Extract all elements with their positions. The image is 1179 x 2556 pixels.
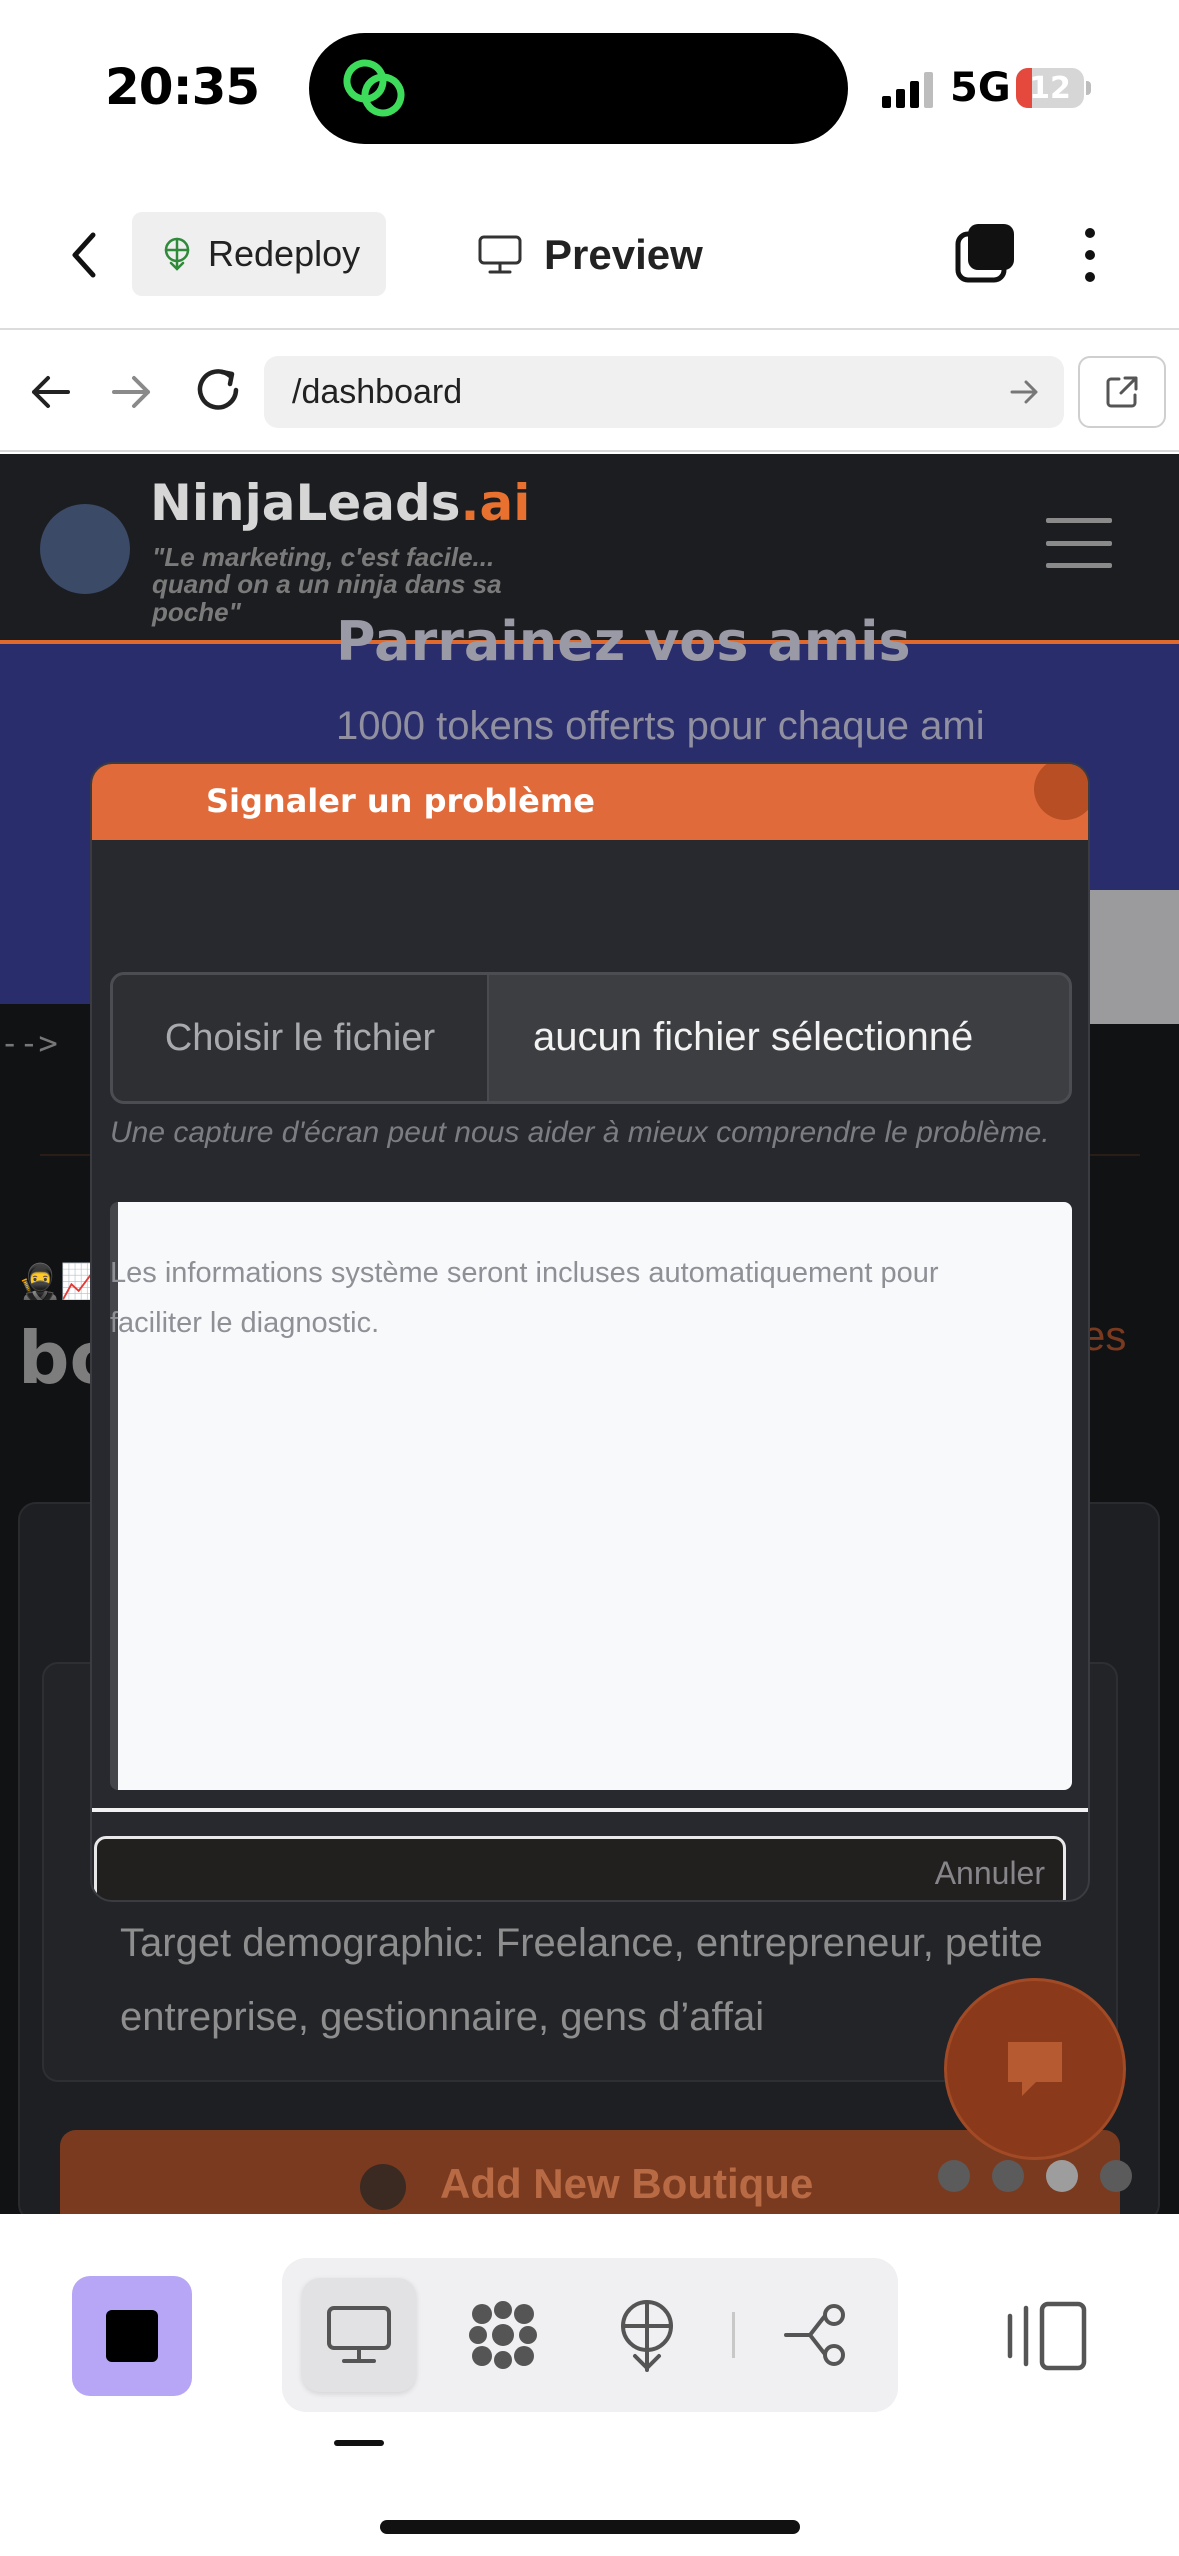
open-external-button[interactable] (1078, 356, 1166, 428)
desktop-view-button[interactable] (302, 2278, 416, 2392)
ninja-icon (360, 2164, 406, 2210)
panel-icon[interactable] (1004, 2298, 1090, 2374)
carousel-dots (938, 2160, 1132, 2192)
choose-file-label: Choisir le fichier (164, 1016, 436, 1059)
arrow-left-icon[interactable] (22, 364, 78, 420)
choose-file-button[interactable]: Choisir le fichier (113, 975, 489, 1101)
carousel-dot[interactable] (1046, 2160, 1078, 2192)
go-arrow-icon[interactable] (1006, 374, 1042, 410)
referral-subtitle: 1000 tokens offerts pour chaque ami (336, 704, 985, 748)
link-rings-icon (343, 59, 405, 117)
url-input[interactable]: /dashboard (264, 356, 1064, 428)
modal-title: Signaler un problème (206, 782, 595, 820)
file-hint: Une capture d'écran peut nous aider à mi… (110, 1116, 1050, 1149)
redeploy-button[interactable]: Redeploy (132, 212, 386, 296)
preview-label: Preview (544, 231, 703, 278)
cellular-signal-icon (882, 72, 933, 108)
home-indicator (380, 2520, 800, 2534)
sparkle-icon (469, 2301, 537, 2369)
deploy-icon (621, 2300, 673, 2372)
cancel-button[interactable]: Annuler (94, 1836, 1066, 1900)
back-button[interactable] (50, 220, 120, 290)
preview-tab[interactable]: Preview (478, 220, 703, 290)
chat-button[interactable] (944, 1978, 1126, 2160)
close-icon[interactable] (1034, 764, 1088, 820)
workflow-view-button[interactable] (760, 2278, 874, 2392)
battery-level: 12 (1029, 71, 1071, 106)
arrow-right-icon[interactable] (104, 364, 160, 420)
modal-divider (92, 1808, 1088, 1812)
url-text: /dashboard (292, 372, 463, 411)
design-view-button[interactable] (446, 2278, 560, 2392)
file-status: aucun fichier sélectionné (533, 1015, 974, 1059)
ninja-logo-icon (40, 504, 130, 594)
cancel-label: Annuler (934, 1855, 1045, 1891)
status-time: 20:35 (105, 58, 260, 116)
battery-icon: 12 (1016, 68, 1092, 108)
network-type: 5G (950, 65, 1011, 111)
stop-icon (106, 2310, 158, 2362)
file-input[interactable]: Choisir le fichier aucun fichier sélecti… (110, 972, 1072, 1104)
tabs-icon[interactable] (950, 220, 1020, 290)
carousel-dot[interactable] (938, 2160, 970, 2192)
hamburger-menu-icon[interactable] (1046, 518, 1112, 568)
external-link-icon (1106, 376, 1138, 408)
referral-title: Parrainez vos amis (336, 610, 911, 673)
deploy-globe-icon (164, 237, 190, 271)
system-info-note: Les informations système seront incluses… (110, 1257, 939, 1339)
chat-bubble-icon (1008, 2042, 1062, 2096)
chevron-left-icon (72, 232, 96, 278)
carousel-dot[interactable] (992, 2160, 1024, 2192)
brand-main: NinjaLeads (150, 474, 461, 532)
report-problem-modal: Signaler un problème Choisir le fichier … (90, 762, 1090, 1902)
active-indicator (334, 2440, 384, 2446)
site-brand[interactable]: NinjaLeads.ai (150, 474, 530, 532)
workflow-icon (784, 2304, 845, 2366)
segment-divider (732, 2312, 735, 2358)
monitor-icon (478, 235, 522, 274)
bottom-toolbar (0, 2214, 1179, 2556)
more-options-icon[interactable] (1070, 220, 1110, 290)
app-toolbar: Redeploy Preview (0, 190, 1179, 330)
stop-button[interactable] (72, 2276, 192, 2396)
url-bar: /dashboard (0, 332, 1179, 452)
deploy-view-button[interactable] (590, 2278, 704, 2392)
desktop-icon (327, 2306, 391, 2363)
modal-header: Signaler un problème (92, 764, 1088, 840)
dynamic-island (309, 33, 848, 144)
stray-code-comment: --> (0, 1024, 58, 1062)
redeploy-label: Redeploy (208, 233, 361, 274)
view-switcher (282, 2258, 898, 2412)
carousel-dot[interactable] (1100, 2160, 1132, 2192)
brand-accent: .ai (460, 474, 531, 532)
reload-icon[interactable] (188, 360, 248, 420)
add-boutique-label: Add New Boutique (440, 2160, 814, 2207)
status-bar: 20:35 5G 12 (0, 0, 1179, 190)
